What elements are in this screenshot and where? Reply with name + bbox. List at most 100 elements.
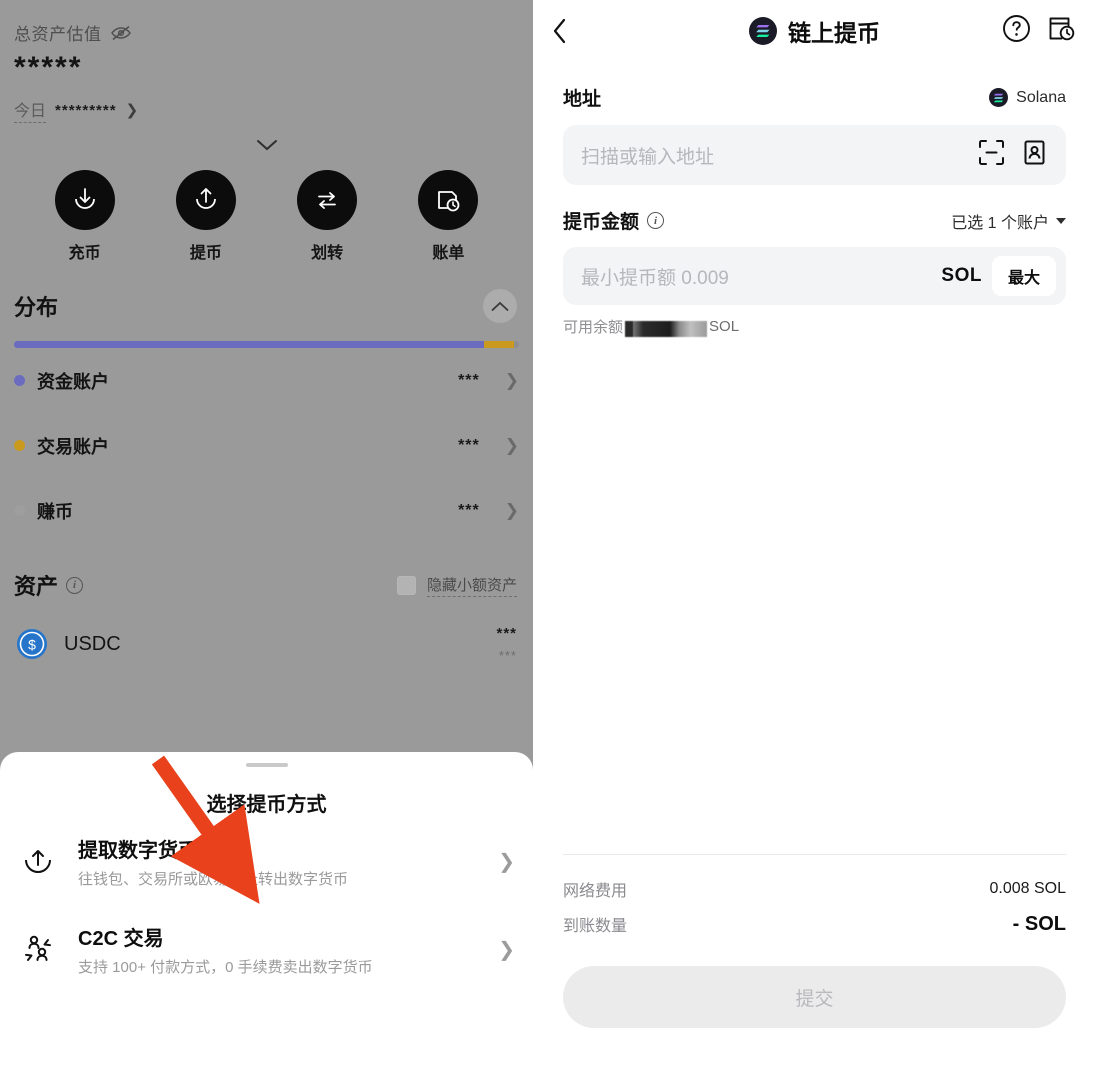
sheet-option-subtitle: 往钱包、交易所或欧易地址转出数字货币 <box>78 870 349 888</box>
info-icon[interactable]: i <box>66 576 84 594</box>
usdc-icon: $ <box>16 628 48 660</box>
amount-unit: SOL <box>941 265 982 286</box>
sheet-title: 选择提币方式 <box>206 794 327 816</box>
asset-row-usdc[interactable]: $ USDC *** *** <box>0 601 533 663</box>
collapse-toggle[interactable] <box>0 139 533 152</box>
total-assets-label: 总资产估值 <box>14 25 102 44</box>
legend-dot <box>14 505 25 516</box>
available-balance-label: 可用余额 <box>563 319 624 336</box>
distribution-item-label: 交易账户 <box>37 436 109 457</box>
total-assets-row: 总资产估值 <box>0 0 533 45</box>
account-selector[interactable]: 已选 1 个账户 <box>951 209 1066 233</box>
distribution-collapse-button[interactable] <box>483 289 517 323</box>
chevron-left-icon <box>553 18 566 44</box>
asset-values: *** *** <box>496 625 517 663</box>
max-button[interactable]: 最大 <box>991 256 1056 296</box>
app-screen: 总资产估值 ***** 今日 ********* ❯ 充币 提币 划转 账单 分… <box>0 0 1096 1068</box>
network-fee-row: 网络费用 0.008 SOL <box>533 855 1096 901</box>
distribution-bar <box>14 341 519 348</box>
help-circle-icon[interactable] <box>1002 14 1031 48</box>
action-withdraw[interactable]: 提币 <box>166 170 246 263</box>
network-selector[interactable]: Solana <box>989 88 1066 107</box>
network-fee-label: 网络费用 <box>563 883 628 900</box>
info-icon[interactable]: i <box>647 212 665 229</box>
action-bill[interactable]: 账单 <box>408 170 488 263</box>
solana-icon <box>749 17 777 45</box>
quick-actions: 充币 提币 划转 账单 <box>0 152 533 263</box>
distribution-item-earn[interactable]: 赚币 *** ❯ <box>14 478 519 543</box>
distribution-title: 分布 <box>14 295 59 320</box>
hide-small-assets-label: 隐藏小额资产 <box>426 574 517 597</box>
distribution-segment <box>14 341 484 348</box>
distribution-item-value: *** <box>458 436 480 454</box>
receive-amount-value: - SOL <box>1012 912 1066 935</box>
distribution-header: 分布 <box>0 263 533 323</box>
chevron-right-icon: ❯ <box>504 371 519 390</box>
deposit-icon <box>54 170 115 230</box>
network-fee-value: 0.008 SOL <box>989 880 1067 897</box>
address-input-box[interactable]: 扫描或输入地址 <box>563 125 1066 185</box>
address-label: 地址 <box>563 89 602 110</box>
distribution-list: 资金账户 *** ❯ 交易账户 *** ❯ 赚币 *** ❯ <box>0 348 533 543</box>
scan-icon[interactable] <box>978 139 1005 171</box>
action-label: 划转 <box>311 245 344 262</box>
account-selector-label: 已选 1 个账户 <box>951 214 1049 232</box>
redacted-balance <box>625 320 708 337</box>
address-book-icon[interactable] <box>1021 139 1048 171</box>
hide-small-assets-checkbox[interactable] <box>396 575 416 595</box>
distribution-item-label: 赚币 <box>37 501 73 522</box>
asset-sub-value: *** <box>498 648 517 663</box>
available-balance-row: 可用余额 SOL <box>533 305 1096 337</box>
withdraw-icon <box>175 170 236 230</box>
legend-dot <box>14 375 25 386</box>
withdraw-method-sheet: 选择提币方式 提取数字货币 往钱包、交易所或欧易地址转出数字货币 ❯ C2C 交… <box>0 752 533 1068</box>
action-deposit[interactable]: 充币 <box>45 170 125 263</box>
withdraw-form-panel: 链上提币 地址 Solana 扫描或输入地址 提币金额 i 已选 1 个账户 最… <box>533 0 1096 1068</box>
withdraw-crypto-icon <box>18 841 58 881</box>
hide-small-assets-toggle[interactable]: 隐藏小额资产 <box>396 574 517 597</box>
amount-input-box[interactable]: 最小提币额 0.009 SOL 最大 <box>563 247 1066 305</box>
amount-label-wrap: 提币金额 i <box>563 207 665 234</box>
address-input[interactable]: 扫描或输入地址 <box>581 142 964 169</box>
submit-button[interactable]: 提交 <box>563 966 1066 1028</box>
asset-value: *** <box>496 625 517 642</box>
sheet-option-text: 提取数字货币 往钱包、交易所或欧易地址转出数字货币 <box>78 834 478 889</box>
today-pnl-row[interactable]: 今日 ********* ❯ <box>0 85 533 123</box>
withdraw-title: 链上提币 <box>788 20 880 46</box>
assets-overview-panel: 总资产估值 ***** 今日 ********* ❯ 充币 提币 划转 账单 分… <box>0 0 533 1068</box>
sheet-option-title: 提取数字货币 <box>78 839 198 862</box>
chevron-right-icon: ❯ <box>504 501 519 520</box>
chevron-right-icon: ❯ <box>125 101 139 119</box>
amount-input[interactable]: 最小提币额 0.009 <box>581 263 931 290</box>
amount-label-row: 提币金额 i 已选 1 个账户 <box>533 185 1096 234</box>
available-balance-unit: SOL <box>709 318 740 335</box>
address-label-row: 地址 Solana <box>533 62 1096 111</box>
sheet-grabber[interactable] <box>245 763 288 767</box>
amount-label: 提币金额 <box>563 212 640 233</box>
distribution-item-trading[interactable]: 交易账户 *** ❯ <box>14 413 519 478</box>
back-button[interactable] <box>553 18 587 44</box>
sheet-option-subtitle: 支持 100+ 付款方式，0 手续费卖出数字货币 <box>78 958 373 976</box>
caret-down-icon <box>1056 217 1066 224</box>
receive-amount-row: 到账数量 - SOL <box>533 901 1096 936</box>
distribution-item-label: 资金账户 <box>37 371 109 392</box>
history-record-icon[interactable] <box>1047 14 1076 48</box>
distribution-item-value: *** <box>458 371 480 389</box>
header-actions <box>1002 14 1076 48</box>
action-label: 账单 <box>432 245 465 262</box>
chevron-right-icon: ❯ <box>504 436 519 455</box>
asset-coin-name: USDC <box>64 632 121 655</box>
assets-header: 资产 i 隐藏小额资产 <box>0 543 533 601</box>
c2c-trade-icon <box>18 929 58 969</box>
sheet-option-title: C2C 交易 <box>78 927 164 950</box>
total-assets-value: ***** <box>14 51 83 84</box>
action-transfer[interactable]: 划转 <box>287 170 367 263</box>
distribution-item-funding[interactable]: 资金账户 *** ❯ <box>14 348 519 413</box>
network-name: Solana <box>1016 88 1066 106</box>
svg-text:$: $ <box>28 637 36 653</box>
chevron-up-icon <box>491 301 509 311</box>
distribution-segment <box>513 341 519 348</box>
sheet-option-withdraw-crypto[interactable]: 提取数字货币 往钱包、交易所或欧易地址转出数字货币 ❯ <box>0 817 533 905</box>
eye-off-icon[interactable] <box>110 24 132 42</box>
sheet-option-c2c-trade[interactable]: C2C 交易 支持 100+ 付款方式，0 手续费卖出数字货币 ❯ <box>0 905 533 993</box>
